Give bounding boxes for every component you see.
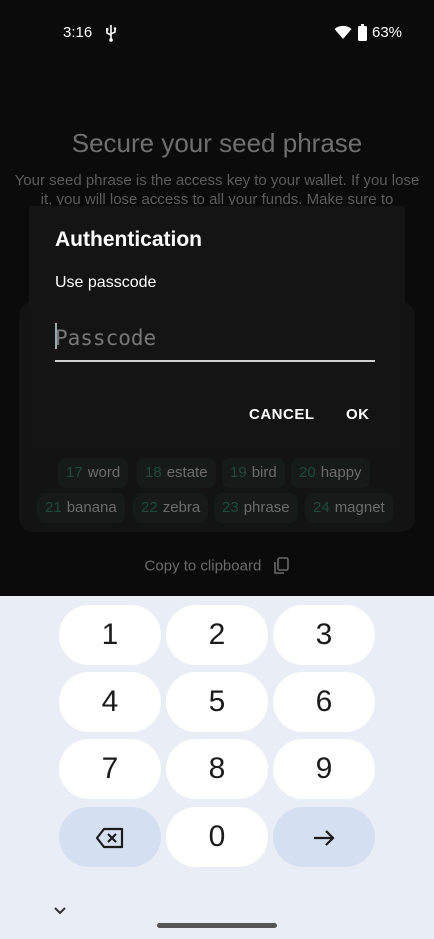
navigation-handle[interactable] <box>157 923 277 928</box>
dialog-subtitle: Use passcode <box>55 274 157 291</box>
seed-word-chip: 22 zebra <box>133 493 209 523</box>
seed-word-chip: 19 bird <box>222 458 285 488</box>
key-3[interactable]: 3 <box>273 605 375 665</box>
wifi-icon <box>334 25 352 39</box>
usb-icon <box>106 25 117 42</box>
copy-icon <box>274 557 290 574</box>
key-0[interactable]: 0 <box>166 807 268 867</box>
status-time: 3:16 <box>63 24 93 41</box>
passcode-input[interactable] <box>55 316 375 362</box>
ok-button[interactable]: OK <box>346 406 370 423</box>
chevron-down-icon[interactable] <box>52 906 68 916</box>
battery-percentage: 63% <box>372 24 403 41</box>
arrow-right-icon <box>314 830 335 846</box>
key-5[interactable]: 5 <box>166 672 268 732</box>
page-description: Your seed phrase is the access key to yo… <box>14 172 420 205</box>
key-7[interactable]: 7 <box>59 739 161 799</box>
seed-word-chip: 20 happy <box>291 458 370 488</box>
authentication-dialog: Authentication Use passcode CANCEL OK <box>29 206 405 448</box>
backspace-key[interactable] <box>59 807 161 867</box>
key-8[interactable]: 8 <box>166 739 268 799</box>
numeric-keyboard: 1 2 3 4 5 6 7 8 9 0 <box>0 596 434 939</box>
seed-word-chip: 17 word <box>58 458 129 488</box>
copy-to-clipboard-button[interactable]: Copy to clipboard <box>0 557 434 575</box>
key-6[interactable]: 6 <box>273 672 375 732</box>
enter-key[interactable] <box>273 807 375 867</box>
key-4[interactable]: 4 <box>59 672 161 732</box>
seed-word-chip: 24 magnet <box>305 493 393 523</box>
seed-word-chip: 23 phrase <box>214 493 298 523</box>
status-bar: 3:16 63% <box>0 0 434 66</box>
seed-word-chip: 21 banana <box>37 493 125 523</box>
copy-to-clipboard-label: Copy to clipboard <box>144 557 262 575</box>
seed-word-chip: 18 estate <box>137 458 216 488</box>
page-title: Secure your seed phrase <box>71 128 363 158</box>
battery-icon <box>358 24 367 41</box>
key-2[interactable]: 2 <box>166 605 268 665</box>
cancel-button[interactable]: CANCEL <box>249 406 315 423</box>
key-1[interactable]: 1 <box>59 605 161 665</box>
text-cursor <box>55 323 57 349</box>
backspace-icon <box>95 827 124 849</box>
key-9[interactable]: 9 <box>273 739 375 799</box>
dialog-title: Authentication <box>55 228 202 251</box>
